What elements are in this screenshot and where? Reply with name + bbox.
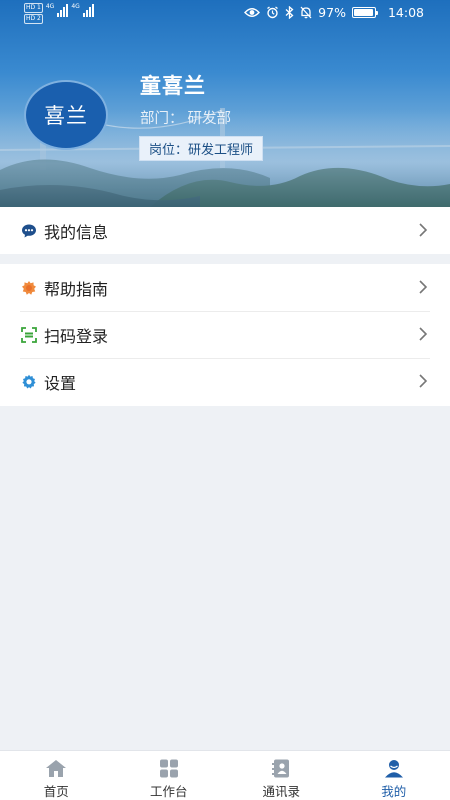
menu-item-help[interactable]: 帮助指南: [0, 264, 450, 311]
network-label-1: 4G: [45, 3, 55, 10]
department-value: 研发部: [187, 111, 232, 127]
user-name: 童喜兰: [140, 74, 206, 98]
signal-strength-2-icon: [82, 3, 94, 17]
status-bar: HD 1 HD 2 4G 4G 97% 14:08: [0, 0, 450, 26]
menu-item-my-info[interactable]: 我的信息: [0, 207, 450, 254]
sim2-tag: HD 2: [24, 14, 43, 24]
home-icon: [46, 760, 67, 777]
network-type-2: 4G: [71, 3, 79, 10]
chevron-right-icon: [419, 280, 428, 294]
tab-contacts[interactable]: 通讯录: [225, 751, 338, 800]
alarm-icon: [267, 6, 279, 19]
tab-mine[interactable]: 我的: [338, 751, 450, 800]
sim-tags: HD 1 HD 2: [24, 3, 43, 24]
menu-item-scan-login[interactable]: 扫码登录: [0, 311, 450, 358]
chevron-right-icon: [419, 374, 428, 388]
tab-label-home: 首页: [43, 784, 69, 799]
department-line: 部门： 研发部: [140, 107, 231, 128]
position-value: 研发工程师: [188, 143, 254, 158]
mute-bell-icon: [300, 6, 312, 19]
position-badge: 岗位： 研发工程师: [139, 136, 264, 161]
bottom-tab-bar: 首页 工作台 通讯录 我的: [0, 750, 450, 800]
tab-label-workbench: 工作台: [149, 784, 188, 799]
tab-home[interactable]: 首页: [0, 751, 113, 800]
battery-fill: [353, 9, 374, 16]
chevron-right-icon: [419, 223, 428, 237]
sim1-tag: HD 1: [24, 3, 43, 13]
avatar[interactable]: 喜兰: [24, 80, 108, 150]
network-label-2: 4G: [71, 3, 80, 10]
help-icon: [22, 281, 36, 295]
tab-workbench[interactable]: 工作台: [113, 751, 226, 800]
position-label: 岗位：: [149, 143, 189, 158]
menu-item-settings[interactable]: 设置: [0, 358, 450, 405]
user-icon: [384, 760, 403, 778]
profile-header: HD 1 HD 2 4G 4G 97% 14:08 喜兰 童喜兰 部门： 研发部…: [0, 0, 450, 207]
contacts-icon: [272, 759, 290, 778]
menu-label-my-info: 我的信息: [44, 222, 109, 242]
menu-group-tools: 帮助指南 扫码登录 设置: [0, 264, 450, 406]
chat-bubble-icon: [22, 224, 36, 238]
signal-group: HD 1 HD 2 4G 4G: [24, 3, 94, 24]
bluetooth-icon: [285, 6, 294, 19]
clock-time: 14:08: [387, 5, 424, 20]
tab-label-contacts: 通讯录: [262, 784, 300, 799]
avatar-text: 喜兰: [44, 104, 88, 128]
network-type-1: 4G: [46, 3, 54, 10]
gear-icon: [22, 374, 36, 389]
department-label: 部门：: [140, 111, 184, 127]
menu-group-info: 我的信息: [0, 207, 450, 254]
grid-icon: [159, 759, 178, 778]
signal-strength-icon: [57, 3, 69, 17]
chevron-right-icon: [419, 327, 428, 341]
scan-icon: [21, 327, 37, 343]
eye-icon: [244, 8, 261, 17]
battery-icon: [351, 7, 378, 18]
menu-label-help: 帮助指南: [44, 279, 109, 299]
menu-label-settings: 设置: [44, 373, 77, 393]
status-right: 97% 14:08: [244, 5, 424, 20]
battery-percent: 97%: [318, 5, 346, 20]
tab-label-mine: 我的: [381, 784, 407, 799]
menu-label-scan-login: 扫码登录: [44, 326, 109, 346]
